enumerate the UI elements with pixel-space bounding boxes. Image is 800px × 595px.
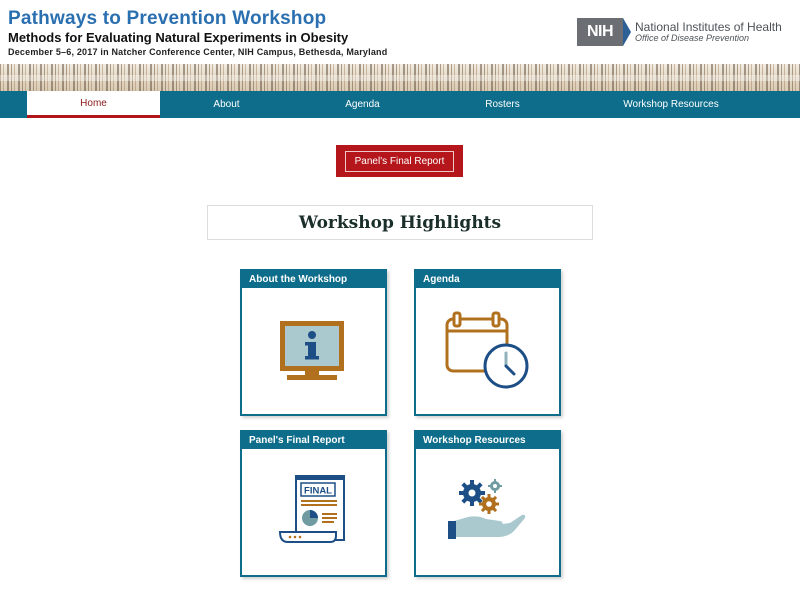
site-header: Pathways to Prevention Workshop Methods … <box>0 0 800 64</box>
decorative-barcode-band <box>0 64 800 92</box>
card-panel-final-report[interactable]: Panel's Final Report FINAL <box>240 430 387 577</box>
card-title: Panel's Final Report <box>242 432 385 449</box>
card-title: About the Workshop <box>242 271 385 288</box>
panel-final-report-button[interactable]: Panel's Final Report <box>336 145 463 177</box>
highlights-title: Workshop Highlights <box>298 212 502 233</box>
panel-final-report-label: Panel's Final Report <box>344 150 455 172</box>
nih-office: Office of Disease Prevention <box>635 33 750 43</box>
nih-chevron-icon <box>623 18 631 46</box>
card-title: Workshop Resources <box>416 432 559 449</box>
nih-name: National Institutes of Health <box>635 20 782 34</box>
site-title[interactable]: Pathways to Prevention Workshop <box>8 8 326 30</box>
site-subtitle: Methods for Evaluating Natural Experimen… <box>8 30 349 45</box>
nav-home[interactable]: Home <box>27 91 160 118</box>
nav-rosters[interactable]: Rosters <box>436 91 569 118</box>
card-about-workshop[interactable]: About the Workshop <box>240 269 387 416</box>
nih-logo[interactable]: NIH National Institutes of Health Office… <box>577 16 782 48</box>
card-title: Agenda <box>416 271 559 288</box>
highlights-heading-box: Workshop Highlights <box>207 205 593 240</box>
card-workshop-resources[interactable]: Workshop Resources <box>414 430 561 577</box>
calendar-clock-icon <box>416 288 559 414</box>
hand-gears-icon <box>416 449 559 575</box>
nav-workshop-resources[interactable]: Workshop Resources <box>590 91 752 118</box>
nih-abbr: NIH <box>577 18 623 46</box>
nav-about[interactable]: About <box>160 91 293 118</box>
final-doc-label: FINAL <box>304 486 332 497</box>
final-report-scroll-icon: FINAL <box>242 449 385 575</box>
event-dateline: December 5–6, 2017 in Natcher Conference… <box>8 47 388 57</box>
nav-agenda[interactable]: Agenda <box>296 91 429 118</box>
card-agenda[interactable]: Agenda <box>414 269 561 416</box>
info-monitor-icon <box>242 288 385 414</box>
main-nav: Home About Agenda Rosters Workshop Resou… <box>0 91 800 118</box>
